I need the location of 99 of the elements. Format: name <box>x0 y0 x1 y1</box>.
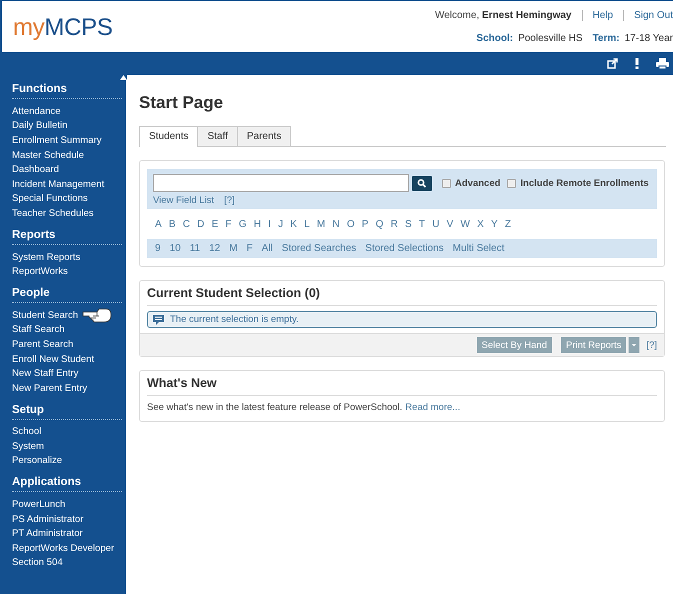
letter-link[interactable]: S <box>405 219 412 230</box>
letter-link[interactable]: E <box>212 219 218 230</box>
read-more-link[interactable]: Read more... <box>405 402 460 413</box>
tab[interactable]: Parents <box>236 126 292 146</box>
school-name: Poolesville HS <box>518 33 583 44</box>
sidebar-link[interactable]: System <box>12 440 44 452</box>
letter-link[interactable]: H <box>254 219 261 230</box>
sidebar-heading: Functions <box>12 83 122 99</box>
panel-title: Current Student Selection (0) <box>147 281 657 306</box>
sidebar-link[interactable]: Section 504 <box>12 557 63 568</box>
letter-link[interactable]: B <box>168 219 176 230</box>
news-text: See what's new in the latest feature release of PowerSchool. <box>147 402 402 413</box>
filter-link[interactable]: F <box>246 243 253 254</box>
sidebar-link[interactable]: New Staff Entry <box>12 368 78 380</box>
letter-link[interactable]: O <box>346 219 355 230</box>
tab[interactable]: Students <box>139 126 198 147</box>
letter-link[interactable]: V <box>446 219 454 230</box>
filter-link[interactable]: 12 <box>209 243 220 254</box>
sidebar-link[interactable]: Staff Search <box>12 324 65 336</box>
filter-link[interactable]: 10 <box>170 243 181 254</box>
letter-link[interactable]: D <box>197 219 204 230</box>
filter-link[interactable]: Stored Selections <box>365 243 444 254</box>
checkbox[interactable] <box>442 178 451 188</box>
checkbox[interactable] <box>507 178 516 188</box>
sidebar-heading: Reports <box>12 228 122 245</box>
letter-link[interactable]: K <box>290 219 297 230</box>
printer-icon[interactable] <box>656 58 669 69</box>
letter-link[interactable]: T <box>418 219 426 230</box>
letter-link[interactable]: Q <box>376 219 384 230</box>
sidebar-link[interactable]: ReportWorks Developer <box>12 542 114 554</box>
sidebar-heading: People <box>12 286 122 303</box>
panel-title: What's New <box>147 371 657 396</box>
filter-link[interactable]: M <box>229 243 238 254</box>
message-text: The current selection is empty. <box>170 314 299 325</box>
letter-link[interactable]: Z <box>504 219 511 230</box>
sidebar-link[interactable]: Incident Management <box>12 178 104 190</box>
pointing-hand-icon[interactable] <box>82 307 112 324</box>
letter-link[interactable]: W <box>460 219 470 230</box>
help-link[interactable]: [?] <box>224 195 235 206</box>
sidebar-link[interactable]: Parent Search <box>12 338 74 350</box>
sidebar-link[interactable]: Attendance <box>12 106 61 117</box>
term-value: 17-18 Year <box>624 33 673 44</box>
comment-icon[interactable] <box>153 314 164 324</box>
sidebar-link[interactable]: Daily Bulletin <box>12 120 68 132</box>
letter-link[interactable]: R <box>390 219 398 230</box>
sidebar-link[interactable]: Dashboard <box>12 164 59 176</box>
sidebar-link[interactable]: PS Administrator <box>12 514 84 525</box>
checkbox-label: Advanced <box>455 178 500 188</box>
sidebar-link[interactable]: Master Schedule <box>12 150 84 161</box>
action-button[interactable]: Select By Hand <box>476 337 552 353</box>
term-label: Term: <box>592 33 620 44</box>
sidebar-link[interactable]: Enroll New Student <box>12 354 94 365</box>
checkbox-label: Include Remote Enrollments <box>520 178 649 188</box>
letter-link[interactable]: I <box>268 219 271 230</box>
filter-link[interactable]: All <box>262 243 273 254</box>
sidebar-link[interactable]: New Parent Entry <box>12 382 88 394</box>
help-link[interactable]: [?] <box>646 340 657 350</box>
filter-link[interactable]: Stored Searches <box>282 243 356 254</box>
letter-link[interactable]: G <box>238 219 246 230</box>
field-list-link[interactable]: View Field List <box>153 195 214 206</box>
external-link-icon[interactable] <box>607 58 618 69</box>
filter-link[interactable]: Multi Select <box>452 243 504 254</box>
letter-link[interactable]: J <box>278 219 284 230</box>
letter-link[interactable]: P <box>362 219 368 230</box>
search-field[interactable] <box>153 174 409 192</box>
sidebar-heading: Applications <box>12 476 122 492</box>
letter-link[interactable]: X <box>477 219 484 230</box>
sidebar-link[interactable]: School <box>12 426 42 438</box>
letter-link[interactable]: M <box>316 219 326 230</box>
search-icon[interactable] <box>412 176 432 190</box>
letter-link[interactable]: A <box>155 219 162 230</box>
logo: myMCPS <box>12 13 113 43</box>
school-label: School: <box>476 33 514 44</box>
sidebar-link[interactable]: System Reports <box>12 252 80 263</box>
action-button[interactable]: Print Reports <box>561 337 626 353</box>
sidebar-heading: Setup <box>12 404 122 420</box>
sidebar-link[interactable]: PowerLunch <box>12 499 66 510</box>
header-link[interactable]: Sign Out <box>634 10 673 21</box>
sidebar-link[interactable]: Teacher Schedules <box>12 208 94 219</box>
sidebar-link[interactable]: PT Administrator <box>12 528 83 540</box>
letter-link[interactable]: Y <box>490 219 498 230</box>
filter-link[interactable]: 11 <box>190 243 200 254</box>
sidebar-link[interactable]: Special Functions <box>12 193 88 204</box>
letter-link[interactable]: L <box>304 219 310 230</box>
tab[interactable]: Staff <box>197 126 238 146</box>
sidebar-link[interactable]: Student Search <box>12 310 78 321</box>
page-title: Start Page <box>139 93 224 113</box>
filter-link[interactable]: 9 <box>155 243 161 254</box>
letter-link[interactable]: U <box>432 219 440 230</box>
alert-icon[interactable] <box>635 58 639 69</box>
letter-link[interactable]: F <box>225 219 232 230</box>
sidebar-link[interactable]: Enrollment Summary <box>12 134 102 146</box>
sidebar-link[interactable]: ReportWorks <box>12 266 68 278</box>
sidebar-link[interactable]: Personalize <box>12 455 62 466</box>
letter-link[interactable]: N <box>332 219 340 230</box>
welcome-text: Welcome, Ernest Hemingway <box>434 10 572 21</box>
letter-link[interactable]: C <box>182 219 190 230</box>
collapse-icon[interactable] <box>120 75 127 80</box>
header-link[interactable]: Help <box>592 10 614 21</box>
